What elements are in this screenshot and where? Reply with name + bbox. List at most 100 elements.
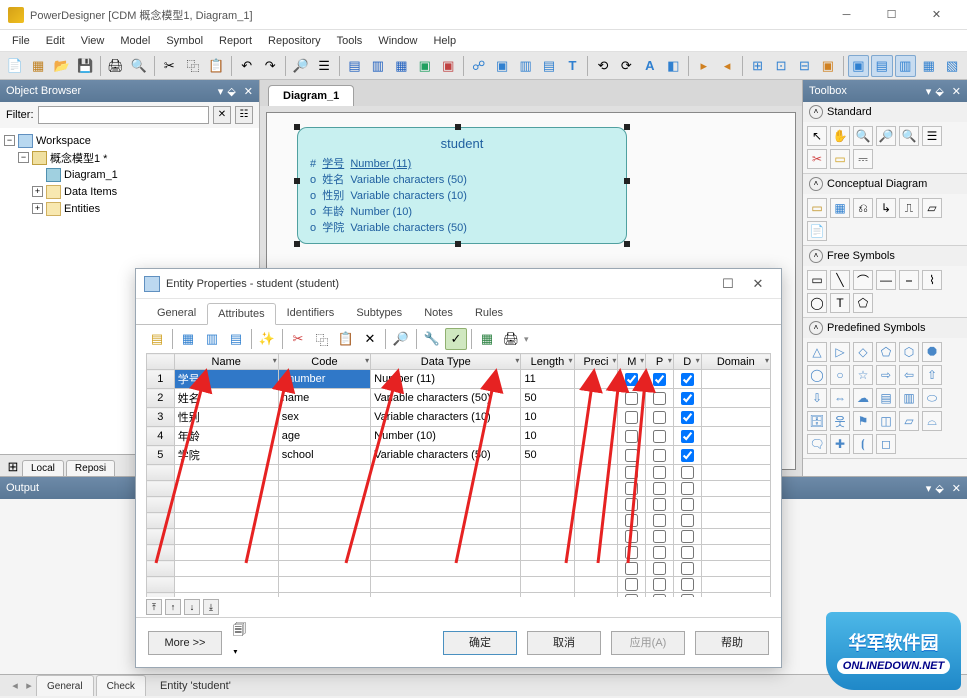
triangle2-icon[interactable]: ▷ [830,342,850,362]
print-icon[interactable]: 🖨 [105,55,126,77]
tab-attributes[interactable]: Attributes [207,303,275,325]
panel-close-icon[interactable]: ✕ [952,85,961,98]
note2-icon[interactable]: ▱ [899,411,919,431]
copy-icon[interactable]: ⿻ [182,55,203,77]
dialog-title-bar[interactable]: Entity Properties - student (student) ☐ … [136,269,781,299]
arrow-d-icon[interactable]: ⇩ [807,388,827,408]
tb-g[interactable]: ▣ [491,55,512,77]
tree-toggle[interactable]: + [32,203,43,214]
tb-h[interactable]: ▥ [515,55,536,77]
cut-icon[interactable]: ✂ [159,55,180,77]
dt-delete-icon[interactable]: ✕ [359,328,381,350]
doc-icon[interactable]: ▤ [876,388,896,408]
section-toggle[interactable]: ˄ [809,321,823,335]
preview-icon[interactable]: 🔍 [128,55,149,77]
file-icon[interactable]: 📄 [807,221,827,241]
menu-edit[interactable]: Edit [38,33,73,49]
tb-b[interactable]: ▥ [367,55,388,77]
paste-icon[interactable]: 📋 [206,55,227,77]
minimize-button[interactable]: ─ [824,1,869,29]
panel-close-icon[interactable]: ✕ [244,85,253,98]
db-icon[interactable]: 🗄 [807,411,827,431]
star-icon[interactable]: ☆ [853,365,873,385]
panel-pin-icon[interactable]: ⬙ [227,85,235,98]
menu-model[interactable]: Model [112,33,158,49]
menu-file[interactable]: File [4,33,38,49]
hexagon-icon[interactable]: ⬡ [899,342,919,362]
ok-button[interactable]: 确定 [443,631,517,655]
tab-notes[interactable]: Notes [413,302,464,324]
tb-s[interactable]: ▦ [918,55,939,77]
status-tab-check[interactable]: Check [96,675,146,696]
tb-i[interactable]: ▤ [538,55,559,77]
polygon-icon[interactable]: ⬠ [853,293,873,313]
dt-insert-icon[interactable]: ▤ [146,328,168,350]
dt-copy-icon[interactable]: ⿻ [311,328,333,350]
tb-l[interactable]: ◧ [663,55,684,77]
tb-a[interactable]: ▤ [344,55,365,77]
tb-tog1[interactable]: ▣ [848,55,869,77]
rect-icon[interactable]: ▭ [807,270,827,290]
callout-icon[interactable]: 🗨 [807,434,827,454]
tb-tog2[interactable]: ▤ [871,55,892,77]
save-icon[interactable]: 💾 [74,55,95,77]
zoom-fit-icon[interactable]: 🔍 [899,126,919,146]
tab-general[interactable]: General [146,302,207,324]
tb-tog3[interactable]: ▥ [895,55,916,77]
cut-icon[interactable]: ✂ [807,149,827,169]
dt-print-icon[interactable]: 🖨 [500,328,522,350]
menu-symbol[interactable]: Symbol [158,33,211,49]
cross-icon[interactable]: ✚ [830,434,850,454]
tab-local[interactable]: Local [22,460,64,476]
tb-e[interactable]: ▣ [438,55,459,77]
note-icon[interactable]: ▭ [830,149,850,169]
maximize-button[interactable]: ☐ [869,1,914,29]
arrow-lr-icon[interactable]: ⇔ [830,388,850,408]
tab-rules[interactable]: Rules [464,302,514,324]
cylinder-icon[interactable]: ⬭ [922,388,942,408]
tb-j[interactable]: ⟲ [592,55,613,77]
entity-icon[interactable]: ▭ [807,198,827,218]
plus-icon[interactable]: ◻ [876,434,896,454]
tab-scroll-left-icon[interactable]: ◂ [8,675,22,696]
tb-f[interactable]: ☍ [468,55,489,77]
open-icon[interactable]: 📂 [51,55,72,77]
tree-toggle[interactable]: + [32,186,43,197]
menu-window[interactable]: Window [370,33,425,49]
line-icon[interactable]: ╲ [830,270,850,290]
package-icon[interactable]: ▱ [922,198,942,218]
dt-wizard-icon[interactable]: ✨ [256,328,278,350]
row-last-icon[interactable]: ⤓ [203,599,219,615]
panel-pin-icon[interactable]: ⬙ [935,482,943,495]
dialog-maximize-button[interactable]: ☐ [713,276,743,292]
menu-repository[interactable]: Repository [260,33,329,49]
row-first-icon[interactable]: ⤒ [146,599,162,615]
doc2-icon[interactable]: ▥ [899,388,919,408]
dt-find-icon[interactable]: 🔎 [390,328,412,350]
dt-excel-icon[interactable]: ▦ [476,328,498,350]
help-button[interactable]: 帮助 [695,631,769,655]
assoc-icon[interactable]: ⎌ [853,198,873,218]
undo-icon[interactable]: ↶ [236,55,257,77]
section-toggle[interactable]: ˄ [809,177,823,191]
grab-icon[interactable]: ✋ [830,126,850,146]
relationship-icon[interactable]: ▦ [830,198,850,218]
filter-input[interactable] [38,106,210,124]
tape-icon[interactable]: ⌓ [922,411,942,431]
tb-k[interactable]: ⟳ [616,55,637,77]
tb-p[interactable]: ⊡ [770,55,791,77]
inherit-icon[interactable]: ↳ [876,198,896,218]
tb-t[interactable]: ▧ [941,55,962,77]
menu-report[interactable]: Report [211,33,260,49]
props-icon[interactable]: ☰ [313,55,334,77]
flag-icon[interactable]: ⚑ [853,411,873,431]
new-model-icon[interactable]: ▦ [27,55,48,77]
panel-menu-icon[interactable]: ▾ [218,85,224,98]
circle-icon[interactable]: ○ [830,365,850,385]
tree-toggle[interactable]: − [18,152,29,163]
tb-r[interactable]: ▣ [817,55,838,77]
arrow-r-icon[interactable]: ⇨ [876,365,896,385]
menu-help[interactable]: Help [425,33,464,49]
bracket-icon[interactable]: ⦗ [853,434,873,454]
section-toggle[interactable]: ˄ [809,249,823,263]
